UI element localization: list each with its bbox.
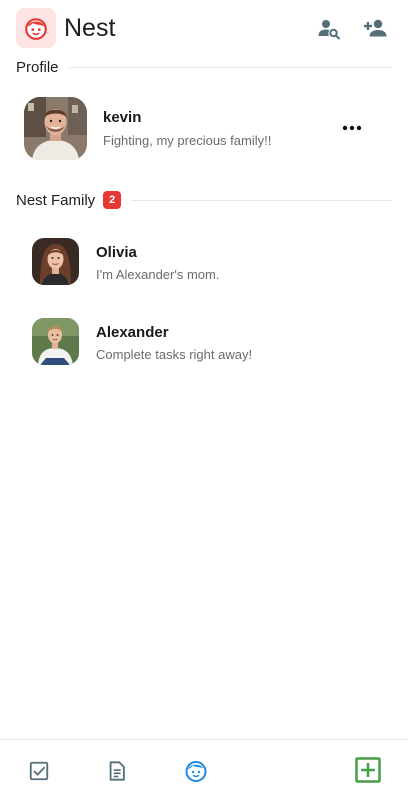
nav-tasks-tab[interactable] — [27, 759, 51, 783]
profile-status: Fighting, my precious family!! — [103, 133, 272, 148]
more-options-button[interactable] — [340, 119, 364, 137]
family-section-title: Nest Family — [16, 191, 96, 209]
bottom-navigation — [0, 739, 408, 800]
add-button[interactable] — [355, 757, 381, 783]
member-name: Olivia — [96, 244, 137, 261]
baby-face-icon — [185, 761, 207, 782]
search-user-button[interactable] — [315, 14, 343, 42]
family-section-header: Nest Family 2 — [16, 189, 392, 211]
list-item[interactable]: Olivia I'm Alexander's mom. — [32, 238, 372, 286]
app-logo — [16, 8, 56, 48]
profile-name: kevin — [103, 109, 142, 126]
profile-section-title: Profile — [16, 58, 59, 76]
member-count-badge: 2 — [103, 191, 122, 209]
add-user-button[interactable] — [362, 14, 390, 42]
more-horizontal-icon — [342, 125, 362, 131]
avatar — [32, 318, 79, 365]
member-name: Alexander — [96, 324, 169, 341]
notes-icon — [109, 761, 125, 781]
app-screen: Nest Profile kevin Fighting, my precious… — [0, 0, 408, 800]
section-divider — [131, 199, 392, 201]
section-divider — [68, 66, 392, 68]
search-user-icon — [318, 20, 340, 40]
member-status: I'm Alexander's mom. — [96, 267, 220, 282]
app-title: Nest — [64, 14, 116, 42]
nav-notes-tab[interactable] — [105, 759, 129, 783]
member-status: Complete tasks right away! — [96, 347, 253, 362]
profile-section-header: Profile — [16, 56, 392, 78]
profile-card[interactable]: kevin Fighting, my precious family!! — [24, 97, 394, 161]
app-header: Nest — [0, 0, 408, 56]
add-user-icon — [364, 19, 387, 37]
list-item[interactable]: Alexander Complete tasks right away! — [32, 318, 372, 366]
nav-family-tab[interactable] — [184, 759, 208, 783]
avatar — [32, 238, 79, 285]
add-square-icon — [355, 757, 381, 783]
avatar — [24, 97, 87, 160]
checkbox-icon — [29, 761, 49, 781]
baby-face-icon — [25, 18, 47, 40]
